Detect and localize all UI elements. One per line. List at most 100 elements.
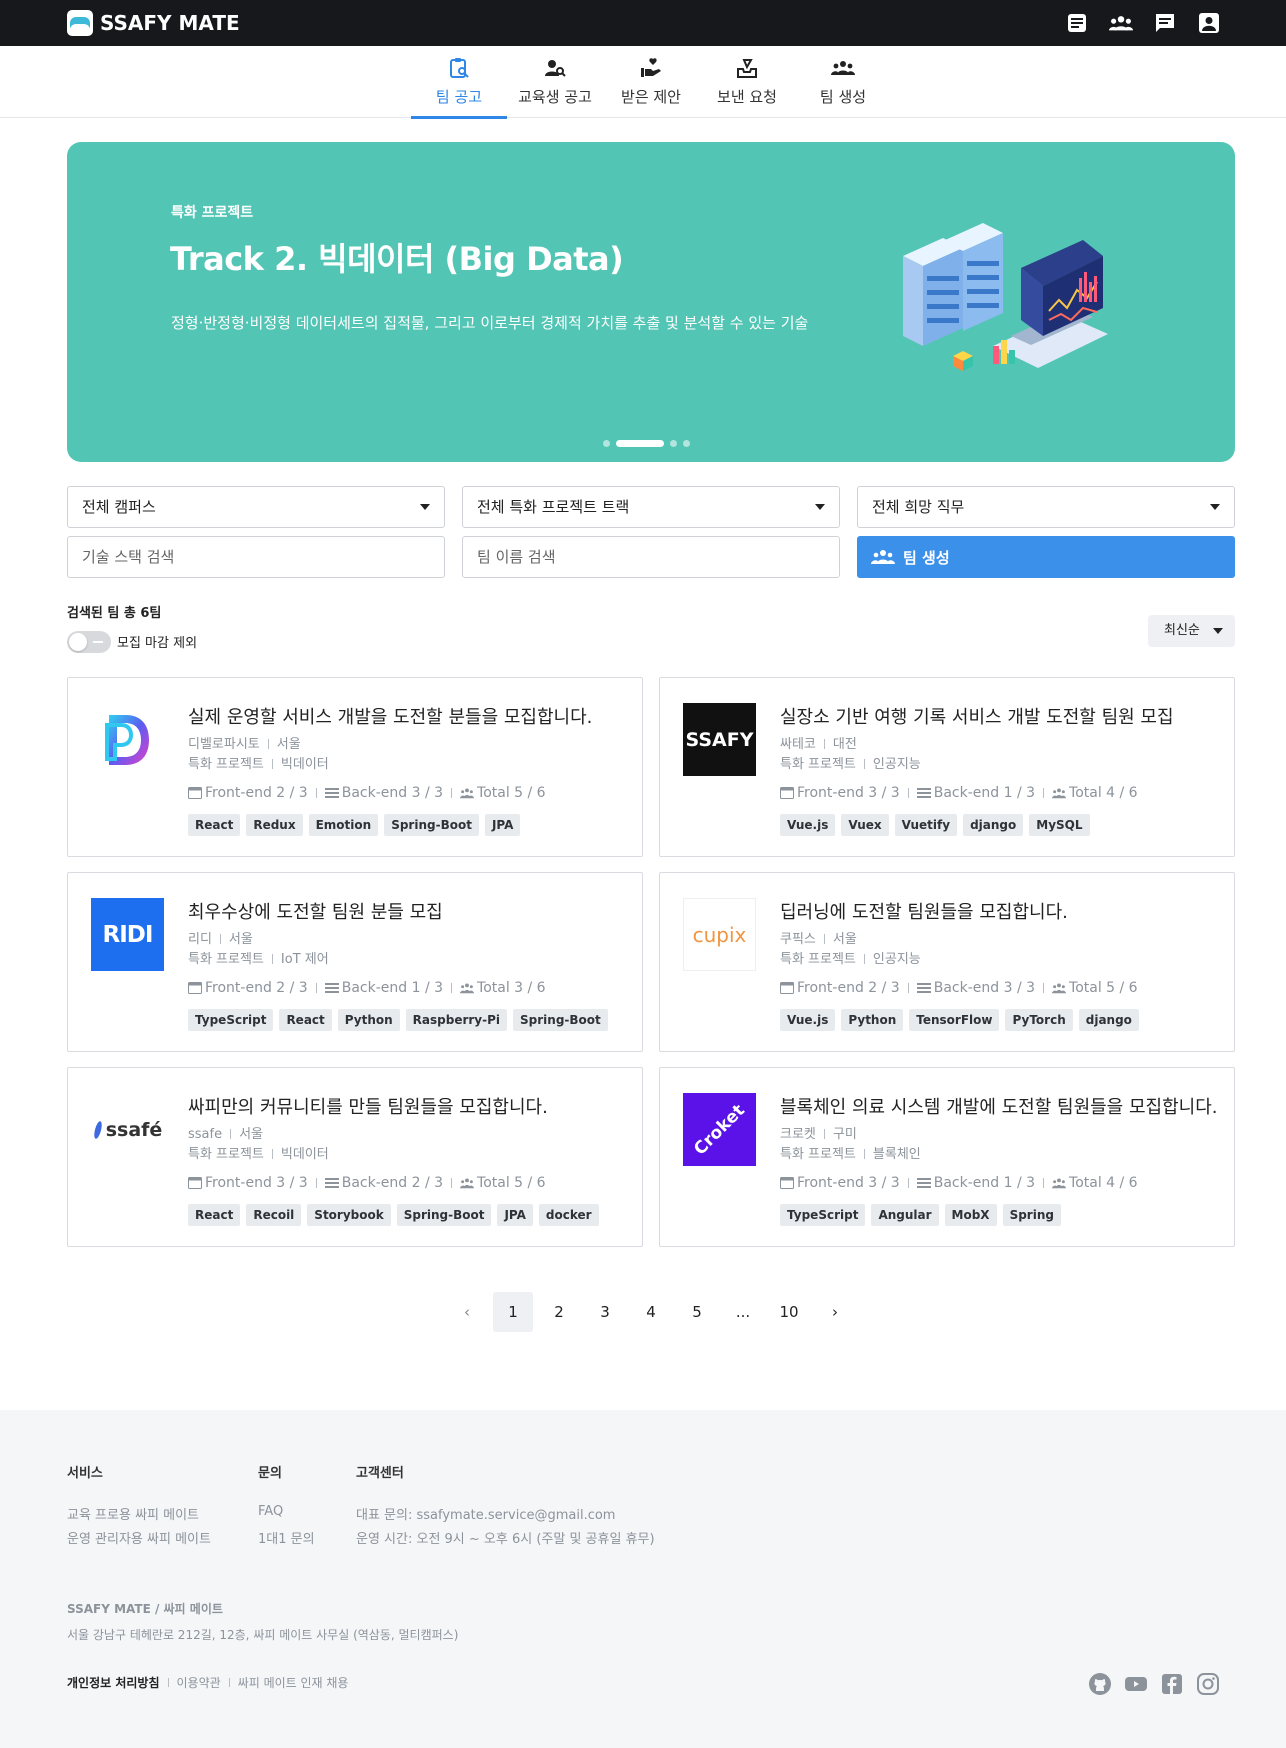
page-button[interactable]: 5 [677,1292,717,1332]
group-icon [831,61,855,75]
team-company-line: 리디 서울 [188,928,253,947]
youtube-icon[interactable] [1124,1672,1148,1696]
team-company-line: 싸테코 대전 [780,733,857,752]
team-card[interactable]: cupix 딥러닝에 도전할 팀원들을 모집합니다. 쿠픽스 서울 특화 프로젝트 인공지… [659,872,1235,1052]
tab-received-offers[interactable]: 받은 제안 [603,46,699,118]
team-card[interactable]: RIDI 최우수상에 도전할 팀원 분들 모집 리디 서울 특화 프로젝트 IoT 제어 F… [67,872,643,1052]
stack-search-input[interactable] [82,548,408,566]
terms-link[interactable]: 이용약관 [177,1674,221,1691]
footer-link[interactable]: 운영 관리자용 싸피 메이트 [67,1528,211,1547]
frontend-count: Front-end 2 / 3 [205,785,308,801]
team-track-line: 특화 프로젝트 IoT 제어 [188,948,329,967]
tech-stack-tags: TypeScript Angular MobX Spring [780,1204,1061,1226]
chat-icon[interactable] [1153,11,1177,35]
carousel-indicators [603,440,690,447]
team-company-line: ssafe 서울 [188,1123,263,1142]
campus-select[interactable]: 전체 캠퍼스 [67,486,445,528]
total-count: Total 5 / 6 [477,785,546,801]
team-company: 리디 [188,932,212,947]
facebook-icon[interactable] [1160,1672,1184,1696]
person-search-icon [545,60,566,77]
team-company-line: 디벨로파시토 서울 [188,733,301,752]
team-category: 특화 프로젝트 [780,952,856,967]
carousel-dot[interactable] [670,440,677,447]
tab-label: 보낸 요청 [717,88,777,106]
total-icon [460,982,477,994]
backend-icon [324,1177,342,1189]
role-select[interactable]: 전체 희망 직무 [857,486,1235,528]
team-title: 딥러닝에 도전할 팀원들을 모집합니다. [780,902,1068,923]
team-search-field [462,536,840,578]
page-button[interactable]: 10 [769,1292,809,1332]
top-navbar: SSAFY MATE [0,0,1286,46]
create-team-button[interactable]: 팀 생성 [857,536,1235,578]
team-track: 블록체인 [872,1147,921,1162]
exclude-closed-toggle[interactable] [67,631,111,653]
team-track-line: 특화 프로젝트 빅데이터 [188,1143,329,1162]
tech-tag: React [188,814,241,836]
footer-support-title: 고객센터 [356,1466,404,1481]
team-icon[interactable] [1109,11,1133,35]
sort-select[interactable]: 최신순 [1148,615,1235,647]
tech-stack-tags: Vue.js Vuex Vuetify django MySQL [780,814,1090,836]
team-card[interactable]: SSAFY 실장소 기반 여행 기록 서비스 개발 도전할 팀원 모집 싸테코 대전 특… [659,677,1235,857]
page-button[interactable]: 2 [539,1292,579,1332]
carousel-dot[interactable] [683,440,690,447]
tech-tag: Raspberry-Pi [405,1009,508,1031]
total-count: Total 4 / 6 [1069,785,1138,801]
total-icon [1052,1177,1069,1189]
caret-down-icon [1213,628,1223,634]
footer-link-1on1[interactable]: 1대1 문의 [258,1528,315,1547]
footer-service-title: 서비스 [67,1466,103,1481]
team-title: 실장소 기반 여행 기록 서비스 개발 도전할 팀원 모집 [780,707,1174,728]
page-button[interactable]: 4 [631,1292,671,1332]
frontend-count: Front-end 2 / 3 [205,980,308,996]
team-company: 크로켓 [780,1127,816,1142]
tech-tag: Recoil [246,1204,302,1226]
prev-page-button[interactable]: ‹ [447,1292,487,1332]
carousel-dot-active[interactable] [616,440,664,447]
hero-banner[interactable]: 특화 프로젝트 Track 2. 빅데이터 (Big Data) 정형·반정형·… [67,142,1235,462]
notes-icon[interactable] [1065,11,1089,35]
track-select[interactable]: 전체 특화 프로젝트 트랙 [462,486,840,528]
role-select-value: 전체 희망 직무 [872,498,965,516]
page-button-current[interactable]: 1 [493,1292,533,1332]
github-icon[interactable] [1088,1672,1112,1696]
footer-support-email: 대표 문의: ssafymate.service@gmail.com [356,1508,616,1523]
tech-tag: Spring-Boot [513,1009,608,1031]
team-track: 빅데이터 [280,757,329,772]
team-company: 쿠픽스 [780,932,816,947]
footer-link-faq[interactable]: FAQ [258,1504,283,1519]
profile-icon[interactable] [1197,11,1221,35]
backend-count: Back-end 1 / 3 [341,980,444,996]
caret-down-icon [1210,504,1220,510]
footer-link[interactable]: 교육 프로용 싸피 메이트 [67,1504,199,1523]
tab-student-posts[interactable]: 교육생 공고 [507,46,603,118]
page-button[interactable]: 3 [585,1292,625,1332]
carousel-dot[interactable] [603,440,610,447]
frontend-count: Front-end 3 / 3 [797,1175,900,1191]
tab-team-posts[interactable]: 팀 공고 [411,46,507,119]
team-search-input[interactable] [477,548,803,566]
total-count: Total 5 / 6 [1069,980,1138,996]
instagram-icon[interactable] [1196,1672,1220,1696]
team-category: 특화 프로젝트 [780,757,856,772]
team-company: 싸테코 [780,737,816,752]
team-card[interactable]: ssafé 싸피만의 커뮤니티를 만들 팀원들을 모집합니다. ssafe 서울 특화 … [67,1067,643,1247]
next-page-button[interactable]: › [815,1292,855,1332]
team-track: IoT 제어 [280,952,329,967]
team-member-counts: Front-end 3 / 3 Back-end 2 / 3 Total 5 / 6 [188,1175,546,1191]
team-card[interactable]: Croket 블록체인 의료 시스템 개발에 도전할 팀원들을 모집합니다. 크로켓… [659,1067,1235,1247]
team-card[interactable]: 실제 운영할 서비스 개발을 도전할 분들을 모집합니다. 디벨로파시토 서울 특화 … [67,677,643,857]
careers-link[interactable]: 싸피 메이트 인재 채용 [238,1674,349,1691]
clipboard-search-icon [450,58,469,78]
privacy-policy-link[interactable]: 개인정보 처리방침 [67,1674,160,1691]
tab-sent-requests[interactable]: 보낸 요청 [699,46,795,118]
total-icon [460,787,477,799]
brand-logo-link[interactable]: SSAFY MATE [67,10,240,36]
team-title: 최우수상에 도전할 팀원 분들 모집 [188,902,443,923]
tab-create-team[interactable]: 팀 생성 [795,46,891,118]
backend-count: Back-end 2 / 3 [341,1175,444,1191]
hand-heart-icon [641,58,661,77]
team-track-line: 특화 프로젝트 인공지능 [780,753,921,772]
